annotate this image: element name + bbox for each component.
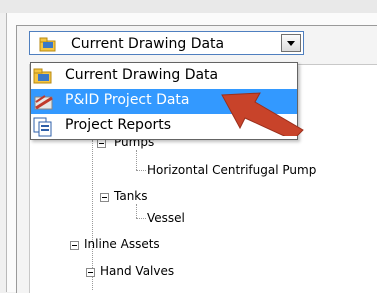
drawing-data-icon (39, 36, 57, 56)
tree-connector (136, 218, 146, 219)
dropdown-toggle-button[interactable] (281, 34, 301, 52)
collapse-hand-valves-toggle[interactable] (86, 268, 95, 277)
tree-connector (136, 204, 137, 218)
reports-icon (33, 117, 53, 141)
data-source-combobox[interactable]: Current Drawing Data (29, 31, 304, 55)
drawing-data-icon (33, 67, 53, 89)
option-label: P&ID Project Data (65, 92, 190, 108)
top-strip (0, 0, 377, 13)
tree-node-inline-assets[interactable]: Inline Assets (84, 237, 160, 251)
tree-connector (136, 170, 146, 171)
tree-node-hand-valves[interactable]: Hand Valves (100, 264, 174, 278)
pid-project-icon (33, 92, 55, 116)
option-label: Project Reports (65, 117, 172, 133)
tree-node-tanks[interactable]: Tanks (114, 189, 148, 203)
tree-node-vessel[interactable]: Vessel (147, 211, 185, 225)
collapse-tanks-toggle[interactable] (100, 193, 109, 202)
combobox-selected-value: Current Drawing Data (71, 36, 225, 52)
collapse-pumps-toggle[interactable] (97, 139, 106, 148)
tree-node-horizontal-centrifugal-pump[interactable]: Horizontal Centrifugal Pump (147, 163, 316, 177)
option-label: Current Drawing Data (65, 67, 219, 83)
chevron-down-icon (287, 41, 295, 46)
tree-connector (136, 150, 137, 170)
collapse-inline-assets-toggle[interactable] (70, 241, 79, 250)
annotation-arrow-icon (221, 92, 304, 136)
